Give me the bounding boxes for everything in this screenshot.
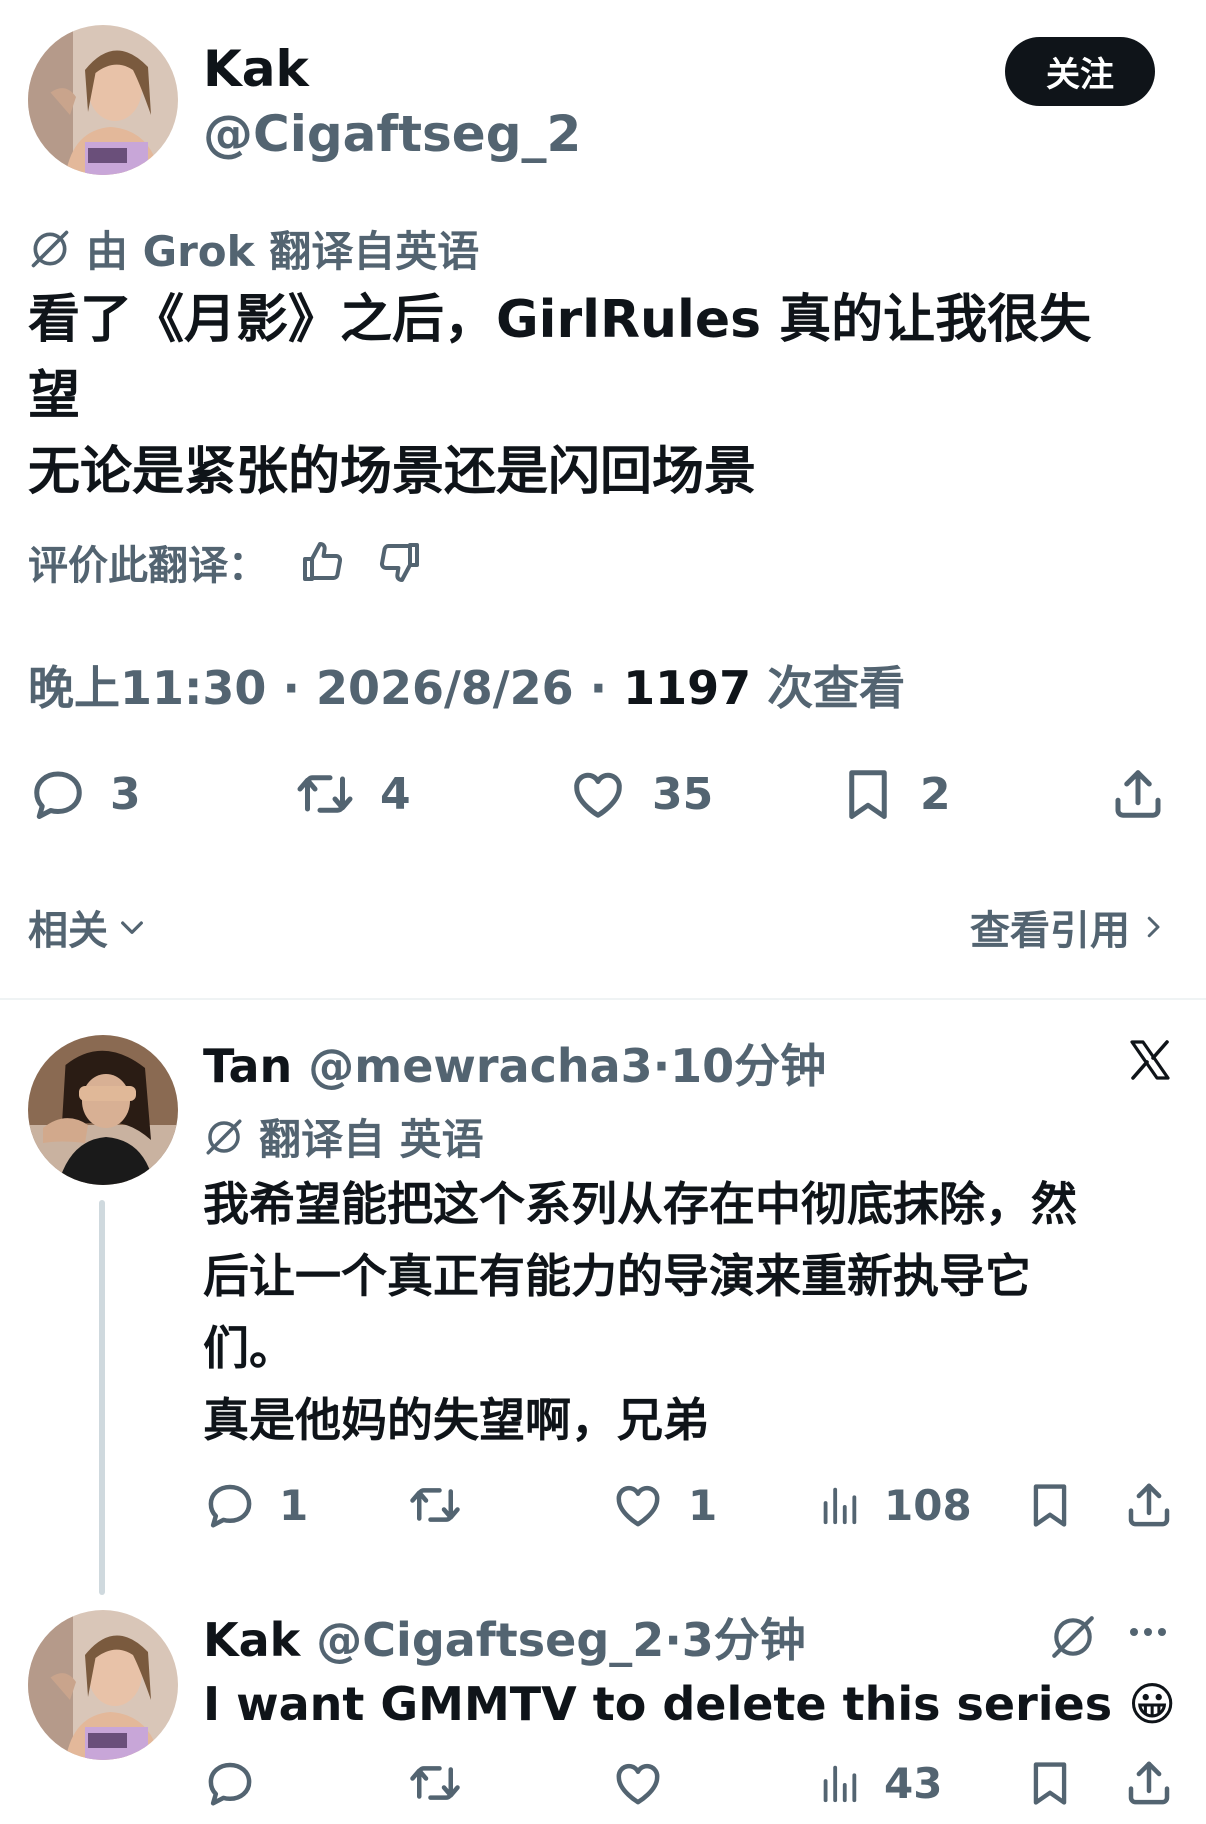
reply-button[interactable]: 3 xyxy=(28,764,141,824)
reply-like-button[interactable]: 1 xyxy=(610,1478,717,1532)
reply-author-handle[interactable]: @mewracha3 xyxy=(308,1039,652,1093)
reply-like-count: 1 xyxy=(688,1480,718,1530)
thumbs-up-icon[interactable] xyxy=(298,538,346,586)
reply-text-line-3: 们。 xyxy=(203,1321,295,1375)
reply-2-avatar[interactable] xyxy=(28,1610,178,1760)
reply-text-line-2: 后让一个真正有能力的导演来重新执导它 xyxy=(203,1249,1031,1303)
reply-2-header: Kak @Cigaftseg_2·3分钟 xyxy=(203,1604,806,1670)
x-logo-icon xyxy=(1130,1040,1170,1080)
related-toggle[interactable]: 相关 xyxy=(28,898,148,956)
separator-dot: · xyxy=(664,1613,682,1667)
separator-dot: · xyxy=(652,1039,671,1093)
bookmark-icon xyxy=(838,764,898,824)
reply-reply-count: 1 xyxy=(279,1480,309,1530)
section-divider xyxy=(0,998,1206,1000)
translate-icon xyxy=(203,1116,245,1158)
bookmark-count: 2 xyxy=(920,768,951,820)
reply-views-count: 108 xyxy=(884,1480,972,1530)
reply-translation-note-text: 翻译自 英语 xyxy=(259,1115,484,1164)
retweet-icon xyxy=(292,764,358,824)
reply-2-retweet-button[interactable] xyxy=(405,1756,465,1810)
reply-2-reply-button[interactable] xyxy=(203,1756,257,1810)
retweet-count: 4 xyxy=(380,768,411,820)
reply-time[interactable]: 10分钟 xyxy=(670,1039,826,1093)
reply-icon xyxy=(203,1756,257,1810)
reply-icon xyxy=(28,764,88,824)
reply-2-time[interactable]: 3分钟 xyxy=(682,1613,806,1667)
share-button[interactable] xyxy=(1108,764,1168,824)
share-icon xyxy=(1122,1478,1176,1532)
rate-translation-label: 评价此翻译： xyxy=(28,543,268,589)
translation-note-text: 由 Grok 翻译自英语 xyxy=(86,227,480,276)
thread-line xyxy=(99,1200,105,1595)
reply-share-button[interactable] xyxy=(1122,1478,1176,1532)
translate-icon xyxy=(28,227,72,271)
reply-header: Tan @mewracha3·10分钟 xyxy=(203,1030,826,1096)
more-icon[interactable] xyxy=(1130,1628,1166,1636)
separator-dot: · xyxy=(282,661,300,715)
views-count: 1197 xyxy=(623,661,752,715)
reply-reply-button[interactable]: 1 xyxy=(203,1478,308,1532)
tweet-meta: 晚上11:30 · 2026/8/26 · 1197 次查看 xyxy=(28,652,905,718)
reply-2-text: I want GMMTV to delete this series 😀 xyxy=(203,1677,1177,1731)
reply-2-author-handle[interactable]: @Cigaftseg_2 xyxy=(316,1613,664,1667)
reply-translation-note[interactable]: 翻译自 英语 xyxy=(203,1106,484,1167)
chevron-down-icon xyxy=(121,921,143,934)
like-icon xyxy=(610,1478,666,1532)
translate-icon[interactable] xyxy=(1048,1612,1098,1662)
chevron-right-icon xyxy=(1147,916,1160,938)
retweet-icon xyxy=(405,1756,465,1810)
author-handle[interactable]: @Cigaftseg_2 xyxy=(203,105,581,163)
like-icon xyxy=(566,764,630,824)
reply-2-like-button[interactable] xyxy=(610,1756,666,1810)
reply-2-author-name[interactable]: Kak xyxy=(203,1613,300,1667)
reply-text-line-1: 我希望能把这个系列从存在中彻底抹除，然 xyxy=(203,1177,1077,1231)
reply-icon xyxy=(203,1478,257,1532)
reply-2-views-button[interactable]: 43 xyxy=(816,1756,942,1810)
views-label: 次查看 xyxy=(767,661,906,715)
bookmark-button[interactable]: 2 xyxy=(838,764,951,824)
reply-count: 3 xyxy=(110,768,141,820)
reply-retweet-button[interactable] xyxy=(405,1478,465,1532)
tweet-text-line-1: 看了《月影》之后，GirlRules 真的让我很失 xyxy=(28,290,1092,350)
author-name[interactable]: Kak xyxy=(203,40,309,98)
tweet-text-line-3: 无论是紧张的场景还是闪回场景 xyxy=(28,442,757,502)
bookmark-icon xyxy=(1024,1478,1076,1532)
reply-author-name[interactable]: Tan xyxy=(203,1039,292,1093)
retweet-button[interactable]: 4 xyxy=(292,764,411,824)
tweet-text-line-2: 望 xyxy=(28,366,81,426)
views-icon xyxy=(816,1478,862,1532)
retweet-icon xyxy=(405,1478,465,1532)
like-icon xyxy=(610,1756,666,1810)
share-icon xyxy=(1122,1756,1176,1810)
reply-2-bookmark-button[interactable] xyxy=(1024,1756,1076,1810)
rate-translation-row: 评价此翻译： xyxy=(28,532,424,592)
share-icon xyxy=(1108,764,1168,824)
bookmark-icon xyxy=(1024,1756,1076,1810)
reply-2-share-button[interactable] xyxy=(1122,1756,1176,1810)
follow-button[interactable]: 关注 xyxy=(1005,37,1155,106)
like-button[interactable]: 35 xyxy=(566,764,713,824)
reply-bookmark-button[interactable] xyxy=(1024,1478,1076,1532)
tweet-time[interactable]: 晚上11:30 xyxy=(28,661,266,715)
reply-avatar[interactable] xyxy=(28,1035,178,1185)
like-count: 35 xyxy=(652,768,714,820)
view-quotes-link[interactable]: 查看引用 xyxy=(970,898,1168,956)
reply-views-button[interactable]: 108 xyxy=(816,1478,972,1532)
related-row: 相关 查看引用 xyxy=(28,898,1168,958)
views-icon xyxy=(816,1756,862,1810)
tweet-date[interactable]: 2026/8/26 xyxy=(316,661,574,715)
author-avatar[interactable] xyxy=(28,25,178,175)
thumbs-down-icon[interactable] xyxy=(376,538,424,586)
reply-2-views-count: 43 xyxy=(884,1758,943,1808)
related-label: 相关 xyxy=(28,908,108,954)
view-quotes-label: 查看引用 xyxy=(970,908,1130,954)
translation-note[interactable]: 由 Grok 翻译自英语 xyxy=(28,218,479,279)
separator-dot: · xyxy=(589,661,608,715)
reply-text-line-4: 真是他妈的失望啊，兄弟 xyxy=(203,1393,709,1447)
